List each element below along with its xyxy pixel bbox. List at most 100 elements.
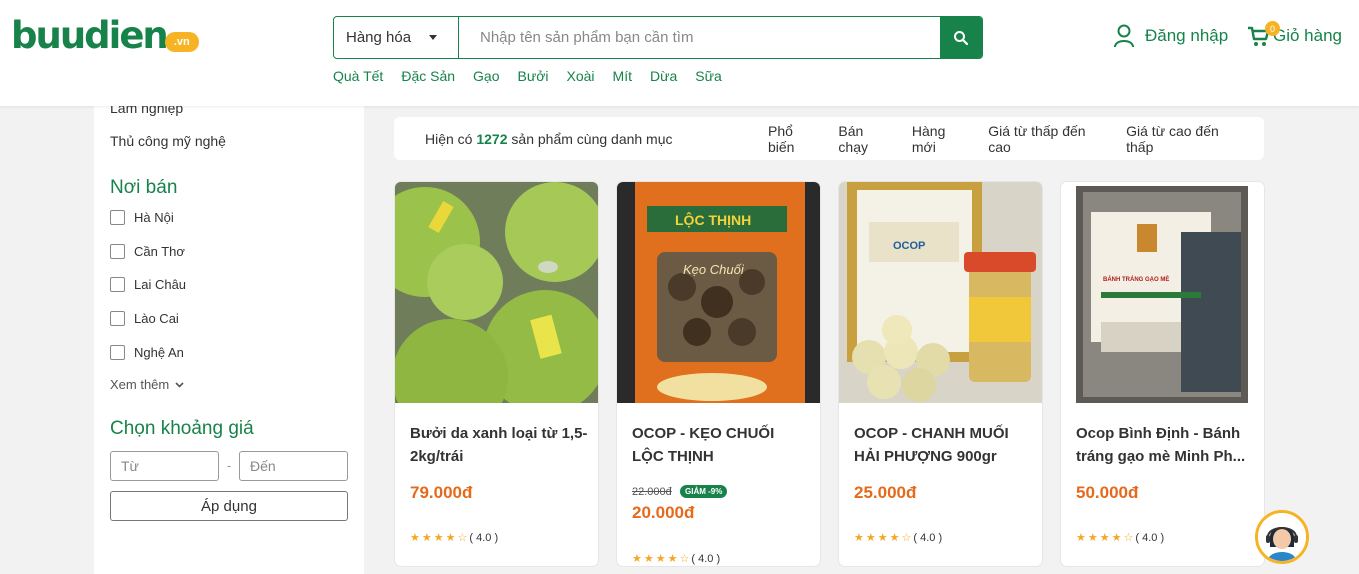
star-icon: ★ <box>655 553 666 565</box>
quick-link[interactable]: Gạo <box>473 68 499 84</box>
star-icon: ★ <box>1111 532 1122 544</box>
checkbox[interactable] <box>110 244 125 259</box>
region-option[interactable]: Hà Nội <box>110 210 174 225</box>
price-from-input[interactable] <box>110 451 219 481</box>
certificate-text: OCOP <box>893 240 926 252</box>
star-icon: ★ <box>1087 532 1098 544</box>
chat-support-button[interactable] <box>1255 510 1309 564</box>
product-name[interactable]: OCOP - CHANH MUỐI HẢI PHƯỢNG 900gr <box>854 422 1032 468</box>
search-button[interactable] <box>940 17 982 58</box>
rating-value: ( 4.0 ) <box>1135 531 1165 544</box>
site-logo[interactable]: buudien .vn <box>11 14 199 58</box>
search-icon <box>954 30 969 45</box>
product-name[interactable]: OCOP - KẸO CHUỐI LỘC THỊNH <box>632 422 810 468</box>
cart-button[interactable]: 0 Giỏ hàng <box>1247 21 1342 48</box>
region-option[interactable]: Cần Thơ <box>110 244 185 259</box>
star-icon: ★ <box>445 532 456 544</box>
rating-value: ( 4.0 ) <box>913 531 943 544</box>
product-card[interactable]: OCOP OCOP - CHANH MUỐI HẢI PHƯỢNG 900gr … <box>838 181 1043 567</box>
site-header: buudien .vn Hàng hóa Quà Tết Đặc Sản Gạo… <box>0 0 1359 106</box>
quick-link[interactable]: Xoài <box>567 68 595 84</box>
star-empty-icon: ☆ <box>901 532 912 544</box>
product-name[interactable]: Ocop Bình Định - Bánh tráng gạo mè Minh … <box>1076 422 1254 468</box>
star-icon: ★ <box>889 532 900 544</box>
quick-link[interactable]: Dừa <box>650 68 677 84</box>
product-rating: ★ ★ ★ ★ ☆ ( 4.0 ) <box>632 552 720 566</box>
search-input[interactable] <box>459 17 940 58</box>
cart-label: Giỏ hàng <box>1273 26 1342 45</box>
logo-text: buudien <box>11 14 169 57</box>
sort-option[interactable]: Bán chạy <box>838 123 895 155</box>
product-image[interactable]: LỘC THỊNH Kẹo Chuối <box>617 182 820 403</box>
region-option[interactable]: Lào Cai <box>110 311 179 326</box>
price-to-input[interactable] <box>239 451 348 481</box>
quick-link[interactable]: Bưởi <box>518 68 549 84</box>
product-old-price: 22.000đ <box>632 486 672 498</box>
logo-suffix: .vn <box>164 32 199 52</box>
product-rating: ★ ★ ★ ★ ☆ ( 4.0 ) <box>1076 531 1165 545</box>
product-rating: ★ ★ ★ ★ ☆ ( 4.0 ) <box>854 531 943 545</box>
product-card[interactable]: LỘC THỊNH Kẹo Chuối OCOP - KẸO CHUỐI LỘC… <box>616 181 821 567</box>
star-icon: ★ <box>865 532 876 544</box>
region-label: Nghệ An <box>134 345 184 360</box>
star-icon: ★ <box>632 553 642 565</box>
product-card[interactable]: Bưởi da xanh loại từ 1,5-2kg/trái 79.000… <box>394 181 599 567</box>
star-icon: ★ <box>643 553 654 565</box>
apply-price-button[interactable]: Áp dụng <box>110 491 348 521</box>
package-sub-text: Kẹo Chuối <box>683 262 744 277</box>
region-label: Lào Cai <box>134 311 179 326</box>
sort-option[interactable]: Hàng mới <box>912 123 972 155</box>
cart-icon-wrapper: 0 <box>1247 21 1280 48</box>
sort-option[interactable]: Giá từ cao đến thấp <box>1126 123 1248 155</box>
price-range-dash: - <box>227 458 232 473</box>
search-bar: Hàng hóa <box>333 16 983 59</box>
star-icon: ★ <box>854 532 864 544</box>
product-price: 50.000đ <box>1076 483 1139 502</box>
star-icon: ★ <box>1076 532 1086 544</box>
star-icon: ★ <box>1099 532 1110 544</box>
star-icon: ★ <box>877 532 888 544</box>
region-option[interactable]: Nghệ An <box>110 345 184 360</box>
quick-link[interactable]: Mít <box>613 68 632 84</box>
discount-badge: GIẢM -9% <box>680 485 728 498</box>
star-empty-icon: ☆ <box>679 553 690 565</box>
quick-link[interactable]: Đặc Sản <box>401 68 455 84</box>
product-price: 20.000đ <box>632 503 695 522</box>
checkbox[interactable] <box>110 210 125 225</box>
sort-option[interactable]: Giá từ thấp đến cao <box>988 123 1110 155</box>
category-item[interactable]: Thủ công mỹ nghệ <box>110 133 226 149</box>
star-icon: ★ <box>410 532 420 544</box>
checkbox[interactable] <box>110 277 125 292</box>
product-card[interactable]: BÁNH TRÁNG GẠO MÈ Ocop Bình Định - Bánh … <box>1060 181 1265 567</box>
chevron-down-icon <box>175 381 184 388</box>
login-label: Đăng nhập <box>1145 26 1229 45</box>
result-count: Hiện có 1272 sản phẩm cùng danh mục <box>425 131 673 147</box>
count-prefix: Hiện có <box>425 130 473 147</box>
sort-option[interactable]: Phổ biến <box>768 123 822 155</box>
product-image[interactable]: BÁNH TRÁNG GẠO MÈ <box>1061 182 1264 403</box>
product-price: 79.000đ <box>410 483 473 502</box>
star-icon: ★ <box>667 553 678 565</box>
search-category-select[interactable]: Hàng hóa <box>334 17 459 58</box>
sort-options: Phổ biến Bán chạy Hàng mới Giá từ thấp đ… <box>768 123 1264 155</box>
region-filter-title: Nơi bán <box>110 177 178 198</box>
count-suffix: sản phẩm cùng danh mục <box>511 130 673 147</box>
checkbox[interactable] <box>110 311 125 326</box>
login-button[interactable]: Đăng nhập <box>1113 24 1228 48</box>
quick-link[interactable]: Sữa <box>695 68 722 84</box>
cart-count-badge: 0 <box>1265 21 1280 36</box>
see-more-label: Xem thêm <box>110 377 170 392</box>
support-agent-icon <box>1258 513 1306 561</box>
region-option[interactable]: Lai Châu <box>110 277 186 292</box>
quick-link[interactable]: Quà Tết <box>333 68 383 84</box>
chevron-down-icon <box>429 35 437 40</box>
checkbox[interactable] <box>110 345 125 360</box>
see-more-button[interactable]: Xem thêm <box>110 377 184 392</box>
product-image[interactable]: OCOP <box>839 182 1042 403</box>
star-empty-icon: ☆ <box>1123 532 1134 544</box>
count-number: 1272 <box>476 130 508 147</box>
product-name[interactable]: Bưởi da xanh loại từ 1,5-2kg/trái <box>410 422 588 468</box>
sort-bar: Hiện có 1272 sản phẩm cùng danh mục Phổ … <box>394 117 1264 160</box>
product-image[interactable] <box>395 182 598 403</box>
rice-paper-image <box>1061 182 1264 403</box>
